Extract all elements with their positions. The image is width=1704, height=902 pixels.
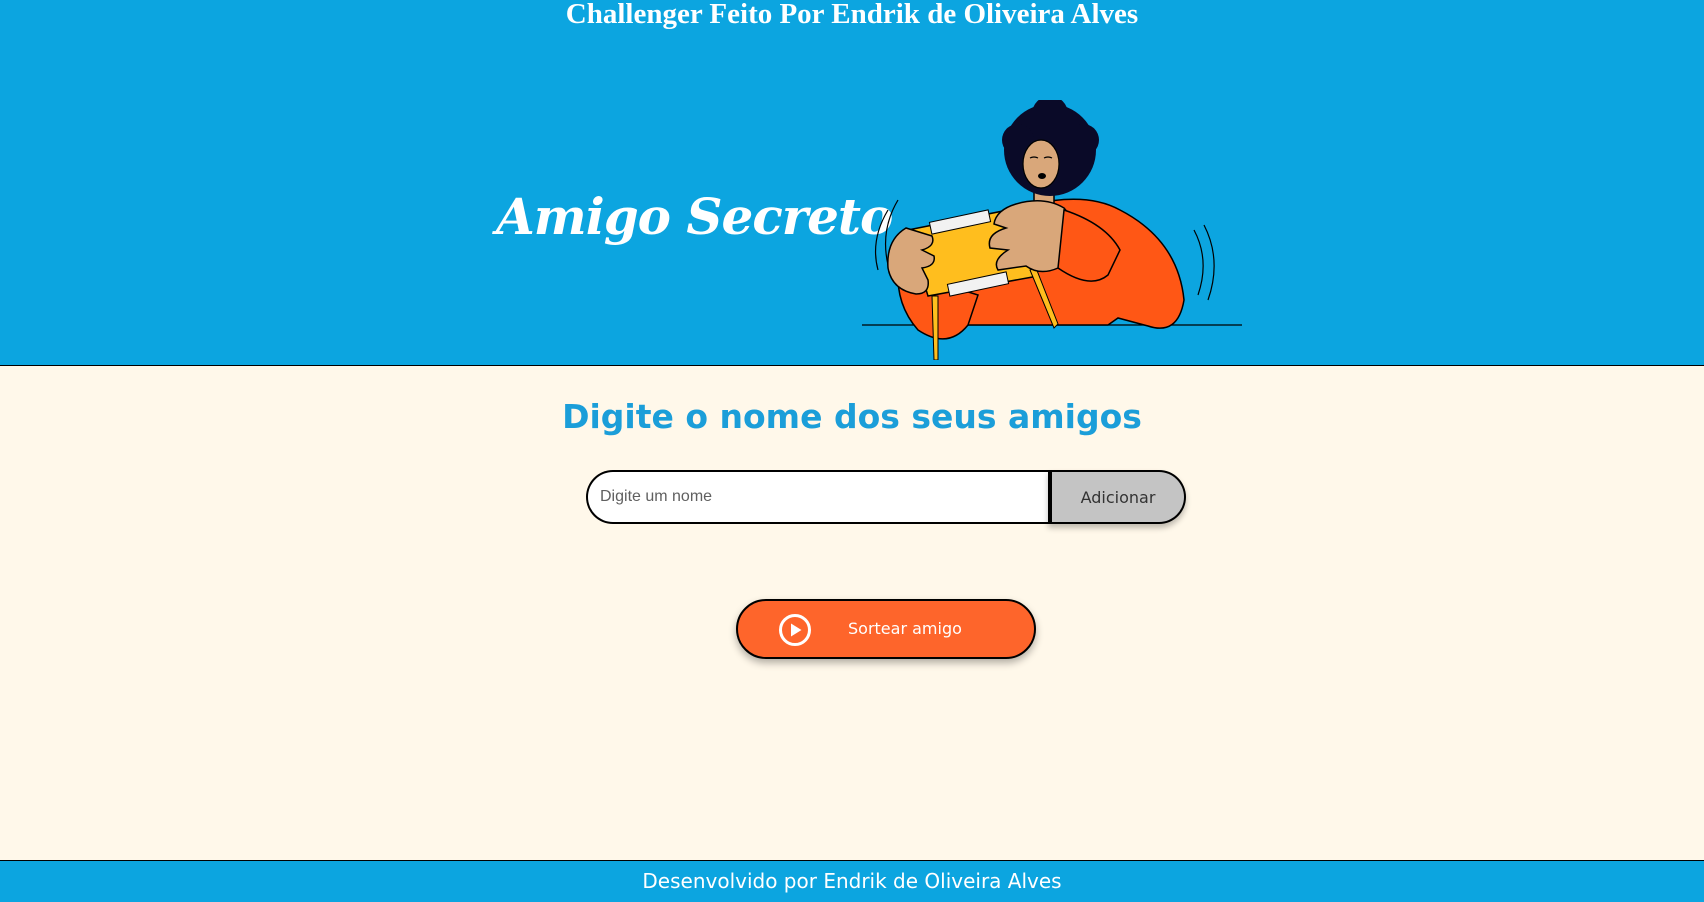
main-section: Digite o nome dos seus amigos Adicionar … [0, 366, 1704, 860]
add-button[interactable]: Adicionar [1048, 470, 1186, 524]
footer: Desenvolvido por Endrik de Oliveira Alve… [0, 860, 1704, 902]
challenge-title: Challenger Feito Por Endrik de Oliveira … [565, 0, 1139, 30]
header: Challenger Feito Por Endrik de Oliveira … [0, 0, 1704, 366]
input-row: Adicionar [586, 470, 1186, 524]
section-title: Digite o nome dos seus amigos [562, 397, 1142, 436]
name-input[interactable] [586, 470, 1050, 524]
play-circle-icon [779, 614, 811, 646]
draw-friend-button[interactable]: Sortear amigo [736, 599, 1036, 659]
app-title: Amigo Secreto [496, 187, 893, 246]
draw-friend-label: Sortear amigo [848, 619, 962, 638]
person-opening-gift-illustration [862, 100, 1242, 360]
footer-text: Desenvolvido por Endrik de Oliveira Alve… [642, 869, 1062, 893]
